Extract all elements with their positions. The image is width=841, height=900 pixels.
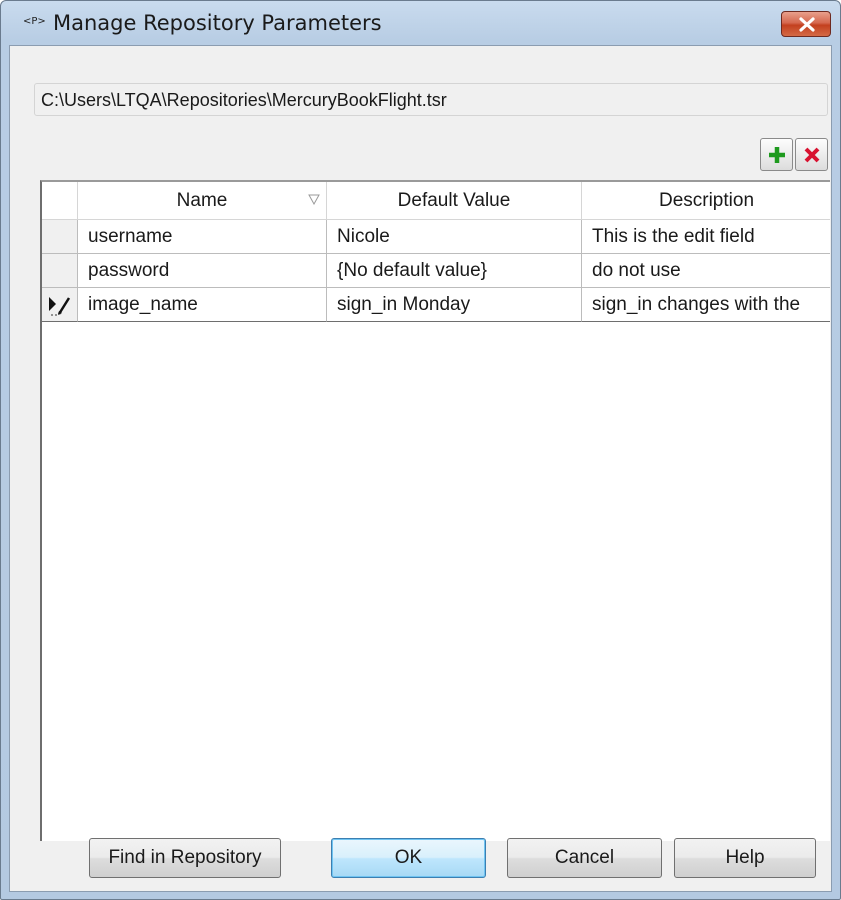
window-title: Manage Repository Parameters xyxy=(53,11,382,35)
manage-repository-parameters-dialog: <P> Manage Repository Parameters C:\User… xyxy=(0,0,841,900)
edit-pencil-icon xyxy=(49,297,71,316)
cell-description[interactable]: do not use xyxy=(582,254,830,288)
column-header-name[interactable]: Name xyxy=(78,182,327,220)
cell-name[interactable]: password xyxy=(78,254,327,288)
column-header-description[interactable]: Description xyxy=(582,182,830,220)
cell-default-value[interactable]: {No default value} xyxy=(327,254,582,288)
cell-default-value[interactable]: Nicole xyxy=(327,220,582,254)
close-button[interactable] xyxy=(781,11,831,37)
sort-down-icon xyxy=(308,194,320,205)
cell-description[interactable]: This is the edit field xyxy=(582,220,830,254)
help-button[interactable]: Help xyxy=(674,838,816,878)
column-header-label: Default Value xyxy=(397,190,511,211)
close-icon xyxy=(799,17,815,32)
parameters-grid[interactable]: Name Default Value Description username … xyxy=(40,180,830,841)
title-bar[interactable]: <P> Manage Repository Parameters xyxy=(1,1,840,45)
plus-icon xyxy=(769,147,785,163)
column-header-default-value[interactable]: Default Value xyxy=(327,182,582,220)
header-corner xyxy=(42,182,78,220)
row-selector[interactable] xyxy=(42,288,78,322)
dialog-body: C:\Users\LTQA\Repositories\MercuryBookFl… xyxy=(9,45,832,892)
cell-name[interactable]: image_name xyxy=(78,288,327,322)
add-parameter-button[interactable] xyxy=(760,138,793,171)
repository-path: C:\Users\LTQA\Repositories\MercuryBookFl… xyxy=(41,90,447,110)
x-icon xyxy=(804,147,820,163)
row-selector[interactable] xyxy=(42,254,78,288)
cell-default-value[interactable]: sign_in Monday xyxy=(327,288,582,322)
cell-name[interactable]: username xyxy=(78,220,327,254)
delete-parameter-button[interactable] xyxy=(795,138,828,171)
repository-path-field: C:\Users\LTQA\Repositories\MercuryBookFl… xyxy=(34,83,828,116)
column-header-label: Description xyxy=(658,190,755,211)
column-header-label: Name xyxy=(176,190,228,211)
row-selector[interactable] xyxy=(42,220,78,254)
ok-button[interactable]: OK xyxy=(331,838,486,878)
cancel-button[interactable]: Cancel xyxy=(507,838,662,878)
find-in-repository-button[interactable]: Find in Repository xyxy=(89,838,281,878)
parameter-icon: <P> xyxy=(23,16,46,27)
cell-description[interactable]: sign_in changes with the xyxy=(582,288,830,322)
